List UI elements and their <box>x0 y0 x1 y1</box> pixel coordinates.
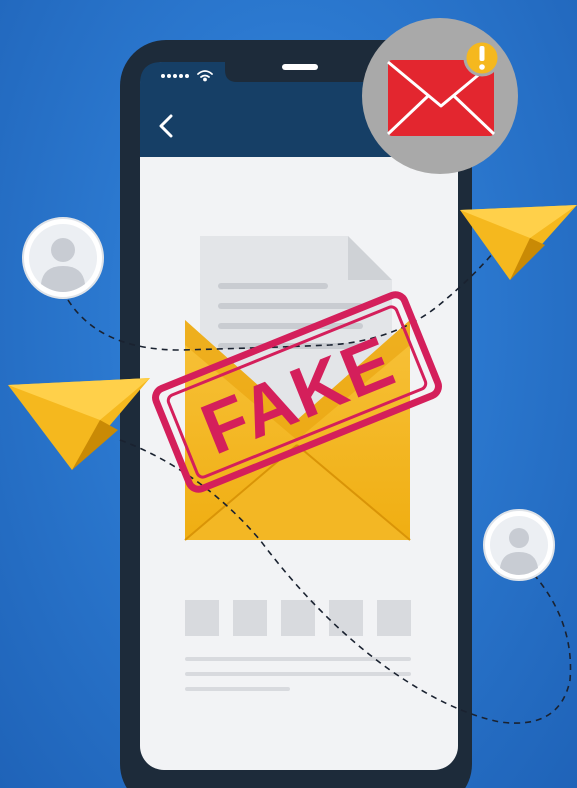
user-avatar-icon-right <box>483 509 555 581</box>
speaker-slot <box>282 64 318 70</box>
scene: FAKE <box>8 18 577 788</box>
paper-plane-icon-right <box>460 205 577 280</box>
placeholder-tiles <box>185 600 411 636</box>
envelope-alert-icon <box>362 18 518 174</box>
user-avatar-icon <box>22 217 104 299</box>
